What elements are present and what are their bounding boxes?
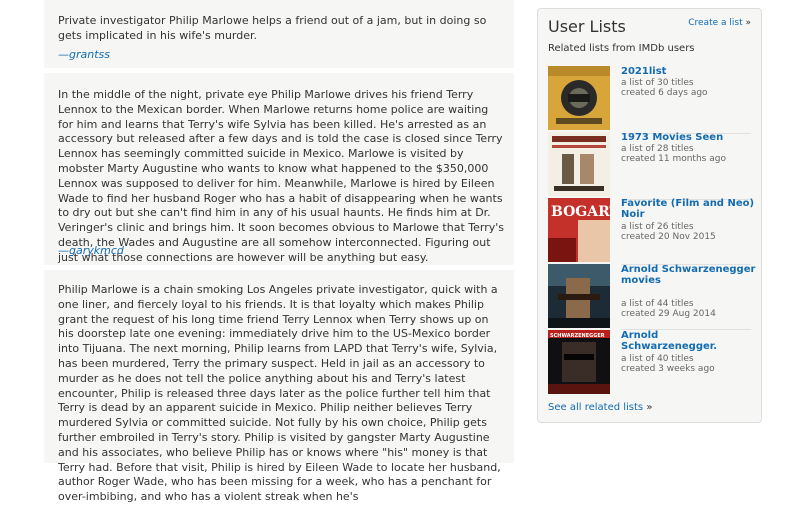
list-item[interactable]: 2021list a list of 30 titles created 6 d…: [548, 66, 758, 130]
list-item[interactable]: 1973 Movies Seen a list of 28 titles cre…: [548, 132, 758, 196]
list-count: a list of 40 titles: [621, 354, 694, 364]
user-lists-panel: User Lists Create a list » Related lists…: [537, 8, 762, 423]
plot-summary-item: Private investigator Philip Marlowe help…: [44, 0, 514, 68]
film-poster-icon[interactable]: [548, 132, 610, 196]
create-list-link[interactable]: Create a list »: [688, 18, 751, 28]
list-created: created 20 Nov 2015: [621, 232, 716, 242]
plot-summary-item: In the middle of the night, private eye …: [44, 73, 514, 265]
list-count: a list of 28 titles: [621, 144, 694, 154]
list-title-link[interactable]: 1973 Movies Seen: [621, 132, 756, 143]
list-count: a list of 44 titles: [621, 299, 694, 309]
create-list-label[interactable]: Create a list: [688, 18, 742, 28]
list-title-link[interactable]: Favorite (Film and Neo) Noir: [621, 198, 756, 220]
list-item[interactable]: Arnold Schwarzenegger movies a list of 4…: [548, 264, 758, 328]
list-title-link[interactable]: Arnold Schwarzenegger.: [621, 330, 756, 352]
list-title-link[interactable]: 2021list: [621, 66, 756, 77]
poster-lettering: BOGART: [551, 204, 610, 220]
chevron-right-icon: »: [646, 402, 653, 413]
film-poster-icon[interactable]: SCHWARZENEGGER: [548, 330, 610, 394]
summary-text: In the middle of the night, private eye …: [58, 88, 504, 264]
user-lists-subtitle: Related lists from IMDb users: [548, 43, 695, 54]
film-poster-icon[interactable]: [548, 264, 610, 328]
list-created: created 29 Aug 2014: [621, 309, 716, 319]
summary-text: Private investigator Philip Marlowe help…: [58, 14, 487, 42]
plot-summary-item: Philip Marlowe is a chain smoking Los An…: [44, 270, 514, 503]
list-created: created 11 months ago: [621, 154, 726, 164]
list-count: a list of 30 titles: [621, 78, 694, 88]
list-created: created 3 weeks ago: [621, 364, 715, 374]
film-poster-icon[interactable]: [548, 66, 610, 130]
list-item[interactable]: SCHWARZENEGGER Arnold Schwarzenegger. a …: [548, 330, 758, 394]
chevron-right-icon: »: [745, 18, 751, 28]
summary-author-link[interactable]: —grantss: [58, 48, 110, 61]
see-all-label[interactable]: See all related lists: [548, 402, 643, 413]
user-lists-title: User Lists: [548, 17, 626, 36]
list-title-link[interactable]: Arnold Schwarzenegger movies: [621, 264, 756, 286]
film-poster-icon[interactable]: BOGART: [548, 198, 610, 262]
summary-text: Philip Marlowe is a chain smoking Los An…: [58, 283, 501, 504]
summary-author-link[interactable]: —garykmcd: [58, 244, 124, 257]
list-created: created 6 days ago: [621, 88, 708, 98]
poster-lettering: SCHWARZENEGGER: [550, 333, 605, 339]
plot-summaries-section: Private investigator Philip Marlowe help…: [44, 0, 514, 503]
list-item[interactable]: BOGART Favorite (Film and Neo) Noir a li…: [548, 198, 758, 262]
see-all-lists-link[interactable]: See all related lists »: [548, 402, 652, 413]
list-count: a list of 26 titles: [621, 222, 694, 232]
